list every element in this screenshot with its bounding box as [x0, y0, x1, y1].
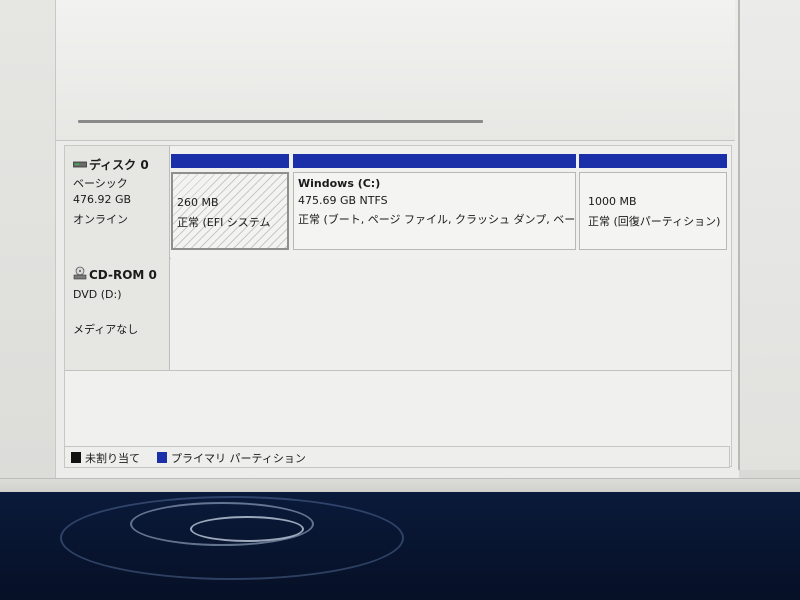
- cdrom-0-name: CD-ROM 0: [89, 268, 157, 282]
- partition-efi[interactable]: 260 MB 正常 (EFI システム: [171, 154, 289, 250]
- legend-bar: 未割り当て プライマリ パーティション: [64, 446, 730, 468]
- cdrom-empty-area[interactable]: [171, 258, 731, 370]
- disk-graphical-pane: ディスク 0 ベーシック 476.92 GB オンライン 260 MB 正常 (…: [64, 145, 732, 467]
- disk-0-type: ベーシック: [73, 177, 128, 190]
- disk-0-status: オンライン: [73, 213, 128, 226]
- legend-unallocated-label: 未割り当て: [85, 452, 140, 465]
- partition-windows-status: 正常 (ブート, ページ ファイル, クラッシュ ダンプ, ベーシ: [298, 213, 576, 226]
- disk-0-name: ディスク 0: [89, 158, 149, 172]
- primary-partition-swatch: [157, 452, 167, 463]
- hard-disk-icon: [73, 161, 87, 168]
- cdrom-0-label[interactable]: CD-ROM 0 DVD (D:) メディアなし: [65, 258, 170, 370]
- partition-color-bar: [171, 154, 289, 168]
- disk-0-size: 476.92 GB: [73, 193, 132, 206]
- volume-list-pane[interactable]: [56, 0, 735, 141]
- partition-recovery[interactable]: 1000 MB 正常 (回復パーティション): [579, 154, 727, 250]
- partition-recovery-status: 正常 (回復パーティション): [588, 215, 721, 228]
- water-ripple-shape: [60, 496, 404, 580]
- partition-windows-body[interactable]: Windows (C:) 475.69 GB NTFS 正常 (ブート, ページ…: [293, 172, 576, 250]
- partition-windows-size: 475.69 GB NTFS: [298, 194, 388, 207]
- cd-rom-icon: [73, 266, 87, 280]
- disk-row-0: ディスク 0 ベーシック 476.92 GB オンライン 260 MB 正常 (…: [65, 146, 731, 259]
- partition-windows-c[interactable]: Windows (C:) 475.69 GB NTFS 正常 (ブート, ページ…: [293, 154, 576, 250]
- partition-recovery-body[interactable]: 1000 MB 正常 (回復パーティション): [579, 172, 727, 250]
- desktop-wallpaper: [0, 492, 800, 600]
- cdrom-0-type: DVD (D:): [73, 288, 122, 301]
- unallocated-swatch: [71, 452, 81, 463]
- partition-efi-status: 正常 (EFI システム: [177, 216, 271, 229]
- partition-color-bar: [579, 154, 727, 168]
- disk-0-label[interactable]: ディスク 0 ベーシック 476.92 GB オンライン: [65, 146, 170, 258]
- partition-efi-size: 260 MB: [177, 196, 219, 209]
- disk-management-window: ディスク 0 ベーシック 476.92 GB オンライン 260 MB 正常 (…: [55, 0, 739, 478]
- desktop-right-edge: [738, 0, 800, 470]
- cdrom-0-status: メディアなし: [73, 323, 139, 336]
- window-bottom-frame: [0, 478, 800, 493]
- horizontal-scrollbar[interactable]: [78, 120, 483, 123]
- partition-color-bar: [293, 154, 576, 168]
- disk-row-cdrom: CD-ROM 0 DVD (D:) メディアなし: [65, 258, 731, 371]
- desktop-left-edge: [0, 0, 55, 478]
- legend-primary-label: プライマリ パーティション: [171, 452, 306, 465]
- partition-windows-name: Windows (C:): [298, 177, 381, 190]
- partition-efi-body[interactable]: 260 MB 正常 (EFI システム: [171, 172, 289, 250]
- partition-recovery-size: 1000 MB: [588, 195, 637, 208]
